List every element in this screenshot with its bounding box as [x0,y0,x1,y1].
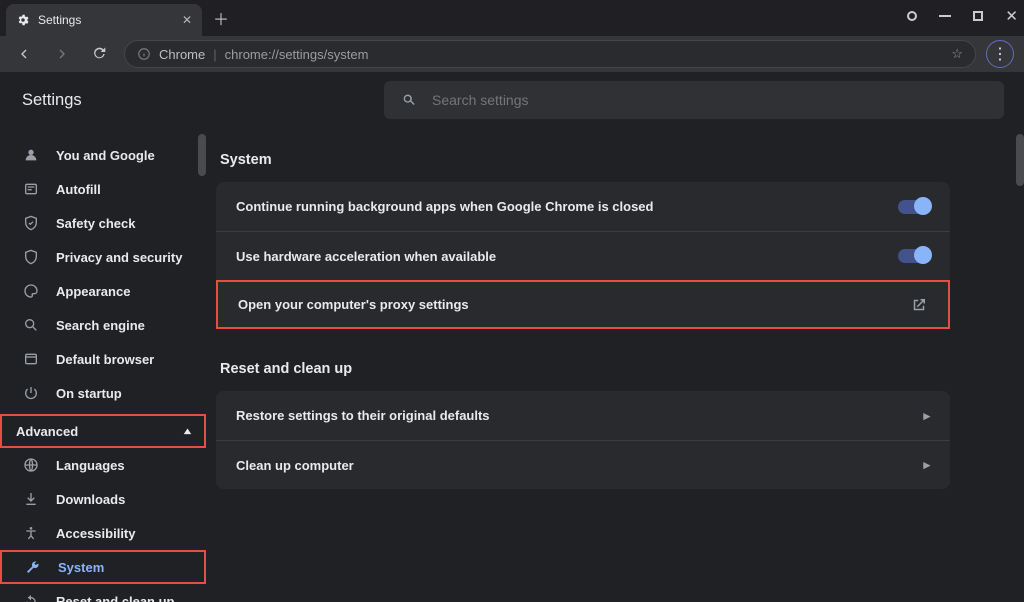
section-title-reset: Reset and clean up [220,361,950,377]
page-header: Settings [0,72,1024,128]
toggle-background-apps[interactable] [898,200,930,214]
sidebar-item-privacy[interactable]: Privacy and security [0,240,206,274]
sidebar-item-accessibility[interactable]: Accessibility [0,516,206,550]
omnibox-origin: Chrome [159,47,205,62]
section-title-system: System [220,152,950,168]
new-tab-button[interactable]: ＋ [208,5,234,31]
page-body: You and Google Autofill Safety check Pri… [0,128,1024,602]
settings-search-input[interactable] [432,92,988,108]
sidebar-item-autofill[interactable]: Autofill [0,172,206,206]
bookmark-star-icon[interactable]: ☆ [951,46,963,62]
sidebar-item-on-startup[interactable]: On startup [0,376,206,410]
settings-main: System Continue running background apps … [206,128,1024,602]
open-external-icon [910,296,928,314]
search-icon [400,92,418,108]
restore-icon [22,592,40,602]
wrench-icon [24,558,42,576]
sidebar-item-you-and-google[interactable]: You and Google [0,138,206,172]
power-icon [22,384,40,402]
row-open-proxy-settings[interactable]: Open your computer's proxy settings [216,280,950,329]
site-info-icon [137,46,151,62]
row-restore-defaults[interactable]: Restore settings to their original defau… [216,391,950,440]
page-title: Settings [22,91,82,110]
row-background-apps[interactable]: Continue running background apps when Go… [216,182,950,231]
search-icon [22,316,40,334]
titlebar: Settings ✕ ＋ ✕ [0,0,1024,36]
row-hardware-acceleration[interactable]: Use hardware acceleration when available [216,231,950,280]
page-content: Settings You and Google Autofill Safety … [0,72,1024,602]
chevron-up-icon: ▴ [184,426,191,437]
close-window-button[interactable]: ✕ [1005,7,1018,25]
settings-sidebar: You and Google Autofill Safety check Pri… [0,128,206,602]
maximize-button[interactable] [973,11,983,21]
sidebar-item-reset[interactable]: Reset and clean up [0,584,206,602]
system-card: Continue running background apps when Go… [216,182,950,329]
sidebar-item-downloads[interactable]: Downloads [0,482,206,516]
omnibox[interactable]: Chrome | chrome://settings/system ☆ [124,40,976,68]
window-controls: ✕ [907,0,1018,32]
row-cleanup-computer[interactable]: Clean up computer ▸ [216,440,950,489]
minimize-button[interactable] [939,15,951,17]
browser-tab[interactable]: Settings ✕ [6,4,202,36]
forward-button[interactable] [48,40,76,68]
sidebar-item-appearance[interactable]: Appearance [0,274,206,308]
download-icon [22,490,40,508]
shield-check-icon [22,214,40,232]
sidebar-item-search-engine[interactable]: Search engine [0,308,206,342]
shield-icon [22,248,40,266]
reset-card: Restore settings to their original defau… [216,391,950,489]
accessibility-icon [22,524,40,542]
sidebar-item-safety-check[interactable]: Safety check [0,206,206,240]
palette-icon [22,282,40,300]
browser-menu-button[interactable]: ⋮ [986,40,1014,68]
chevron-right-icon: ▸ [923,408,930,424]
tab-close-icon[interactable]: ✕ [182,13,192,27]
browser-icon [22,350,40,368]
gear-icon [16,13,30,27]
sidebar-item-system[interactable]: System [0,550,206,584]
person-icon [22,146,40,164]
sidebar-item-languages[interactable]: Languages [0,448,206,482]
reload-button[interactable] [86,40,114,68]
main-scrollbar-thumb[interactable] [1016,134,1024,186]
sidebar-advanced-toggle[interactable]: Advanced ▴ [0,414,206,448]
sidebar-item-default-browser[interactable]: Default browser [0,342,206,376]
settings-search-box[interactable] [384,81,1004,119]
address-bar: Chrome | chrome://settings/system ☆ ⋮ [0,36,1024,72]
sidebar-scrollbar-thumb[interactable] [198,134,206,176]
toggle-hardware-acceleration[interactable] [898,249,930,263]
omnibox-url: chrome://settings/system [225,47,369,62]
chrome-window: Settings ✕ ＋ ✕ Chrome | chrome://setting… [0,0,1024,602]
globe-icon [22,456,40,474]
back-button[interactable] [10,40,38,68]
autofill-icon [22,180,40,198]
chevron-right-icon: ▸ [923,457,930,473]
account-indicator-icon[interactable] [907,11,917,21]
tab-title: Settings [38,13,81,27]
